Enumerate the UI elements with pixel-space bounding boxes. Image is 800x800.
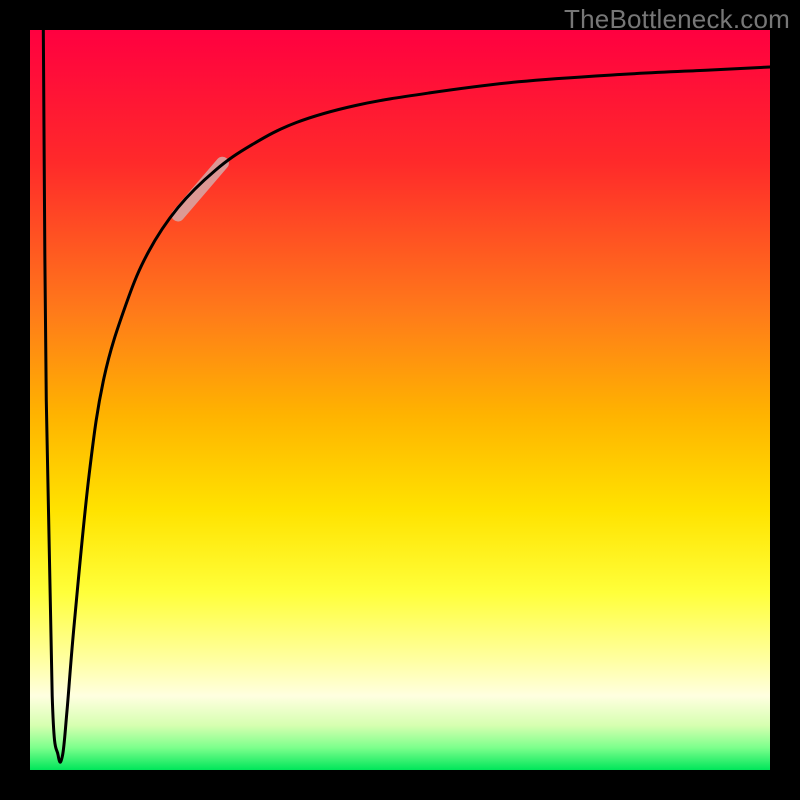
plot-area [30, 30, 770, 770]
watermark-text: TheBottleneck.com [564, 4, 790, 35]
heat-gradient-rect [30, 30, 770, 770]
chart-container: TheBottleneck.com [0, 0, 800, 800]
chart-svg [30, 30, 770, 770]
